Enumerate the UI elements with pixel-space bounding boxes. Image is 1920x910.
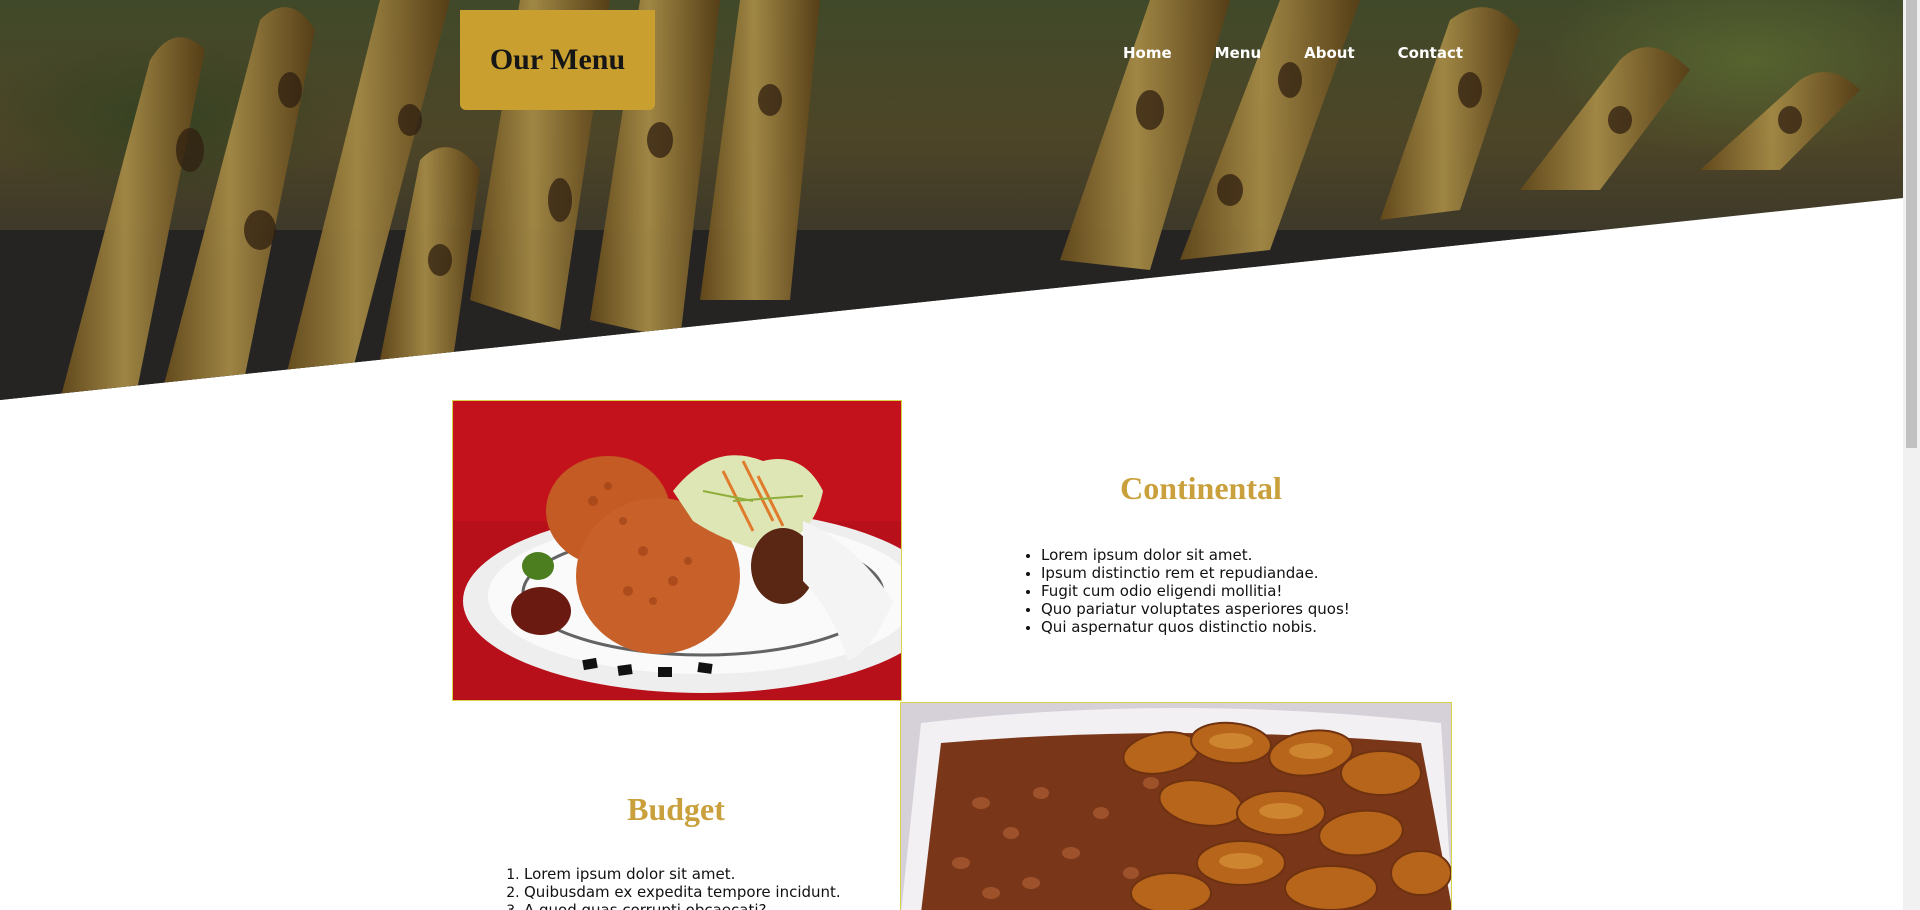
continental-title: Continental — [1120, 470, 1282, 506]
continental-dish-image — [452, 400, 902, 701]
list-item: Lorem ipsum dolor sit amet. — [1041, 546, 1350, 564]
nav-menu[interactable]: Menu — [1215, 44, 1261, 62]
hero-banner — [0, 0, 1903, 400]
nav-contact[interactable]: Contact — [1398, 44, 1463, 62]
main-nav: Home Menu About Contact — [1123, 44, 1463, 62]
list-item: Qui aspernatur quos distinctio nobis. — [1041, 618, 1350, 636]
list-item: A quod quas corrupti obcaecati? — [524, 901, 841, 910]
list-item: Fugit cum odio eligendi mollitia! — [1041, 582, 1350, 600]
budget-dish-image — [900, 702, 1452, 910]
list-item: Quo pariatur voluptates asperiores quos! — [1041, 600, 1350, 618]
continental-item-list: Lorem ipsum dolor sit amet. Ipsum distin… — [1041, 546, 1350, 636]
budget-item-list: Lorem ipsum dolor sit amet. Quibusdam ex… — [524, 865, 841, 910]
list-item: Ipsum distinctio rem et repudiandae. — [1041, 564, 1350, 582]
logo-box[interactable]: Our Menu — [460, 10, 655, 110]
budget-title: Budget — [627, 791, 725, 827]
logo-text: Our Menu — [489, 43, 626, 76]
jollof-rice-illustration — [453, 401, 901, 700]
page-scrollbar[interactable] — [1903, 0, 1920, 910]
nav-about[interactable]: About — [1304, 44, 1355, 62]
list-item: Lorem ipsum dolor sit amet. — [524, 865, 841, 883]
hero-overlay — [0, 0, 1903, 400]
nav-home[interactable]: Home — [1123, 44, 1172, 62]
beans-plantain-illustration — [901, 703, 1451, 910]
list-item: Quibusdam ex expedita tempore incidunt. — [524, 883, 841, 901]
scrollbar-thumb[interactable] — [1906, 0, 1917, 448]
